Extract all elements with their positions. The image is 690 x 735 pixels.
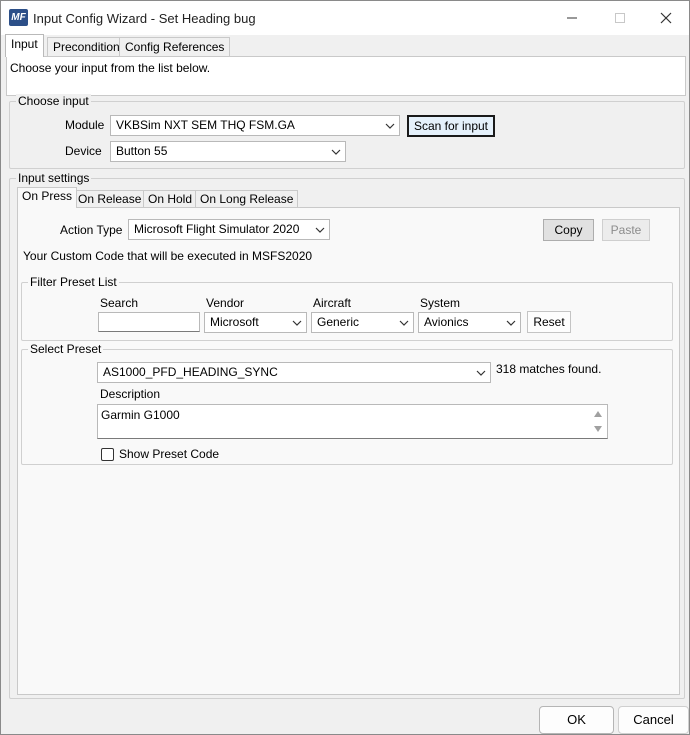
vendor-select[interactable]: Microsoft [204,312,307,333]
instructions-panel: Choose your input from the list below. [6,56,686,96]
system-label: System [420,296,461,310]
tab-precondition[interactable]: Precondition [47,37,126,57]
input-config-wizard-window: MF Input Config Wizard - Set Heading bug… [0,0,690,735]
search-label: Search [100,296,139,310]
maximize-icon [615,13,625,23]
action-type-select[interactable]: Microsoft Flight Simulator 2020 [128,219,330,240]
aircraft-value: Generic [317,315,360,329]
module-select[interactable]: VKBSim NXT SEM THQ FSM.GA [110,115,400,136]
device-select[interactable]: Button 55 [110,141,346,162]
vendor-label: Vendor [206,296,245,310]
tab-on-long-release[interactable]: On Long Release [195,190,299,208]
chevron-down-icon [315,227,325,233]
aircraft-label: Aircraft [313,296,352,310]
search-input[interactable] [98,312,200,332]
select-preset-legend: Select Preset [28,342,104,356]
title-bar: MF Input Config Wizard - Set Heading bug [1,1,689,35]
description-text: Garmin G1000 [101,408,180,422]
input-settings-legend: Input settings [16,171,92,185]
vendor-value: Microsoft [210,315,259,329]
aircraft-select[interactable]: Generic [311,312,414,333]
action-type-label: Action Type [60,223,123,237]
chevron-down-icon [399,320,409,326]
scroll-up-icon[interactable] [593,410,603,418]
chevron-down-icon [476,370,486,376]
show-preset-code-checkbox[interactable] [101,448,114,461]
device-label: Device [65,144,102,158]
minimize-button[interactable] [549,1,595,35]
tab-config-references[interactable]: Config References [119,37,231,57]
preset-value: AS1000_PFD_HEADING_SYNC [103,365,278,379]
description-label: Description [100,387,161,401]
tab-on-press[interactable]: On Press [17,187,78,208]
device-value: Button 55 [116,144,168,158]
choose-input-legend: Choose input [16,94,91,108]
matches-count: 318 matches found. [496,362,602,376]
maximize-button [597,1,643,35]
module-value: VKBSim NXT SEM THQ FSM.GA [116,118,295,132]
description-textarea[interactable]: Garmin G1000 [97,404,608,439]
chevron-down-icon [331,149,341,155]
tab-on-release[interactable]: On Release [73,190,147,208]
chevron-down-icon [506,320,516,326]
system-select[interactable]: Avionics [418,312,521,333]
app-logo-icon: MF [9,9,28,26]
paste-button[interactable]: Paste [602,219,650,241]
window-title: Input Config Wizard - Set Heading bug [33,11,256,26]
close-icon [660,12,672,24]
minimize-icon [567,17,577,19]
copy-button[interactable]: Copy [543,219,594,241]
chevron-down-icon [385,123,395,129]
ok-button[interactable]: OK [539,706,614,734]
tab-input[interactable]: Input [5,34,44,57]
custom-code-note: Your Custom Code that will be executed i… [23,249,313,263]
chevron-down-icon [292,320,302,326]
module-label: Module [65,118,105,132]
reset-button[interactable]: Reset [527,311,571,333]
instructions-text: Choose your input from the list below. [10,61,211,75]
scroll-down-icon[interactable] [593,425,603,433]
scan-for-input-button[interactable]: Scan for input [407,115,495,137]
action-type-value: Microsoft Flight Simulator 2020 [134,222,300,236]
show-preset-code-label: Show Preset Code [119,447,220,461]
system-value: Avionics [424,315,469,329]
tab-on-hold[interactable]: On Hold [143,190,198,208]
filter-preset-legend: Filter Preset List [28,275,119,289]
close-button[interactable] [643,1,689,35]
cancel-button[interactable]: Cancel [618,706,689,734]
preset-select[interactable]: AS1000_PFD_HEADING_SYNC [97,362,491,383]
